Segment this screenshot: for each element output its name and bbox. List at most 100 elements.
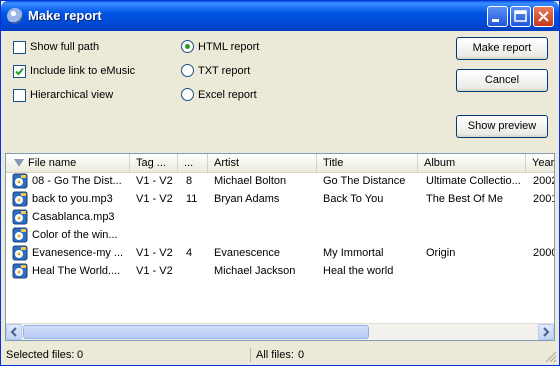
cell-title: Back To You	[323, 193, 384, 205]
cell-tag: V1 - V2	[136, 175, 173, 187]
radio-circle[interactable]	[181, 40, 194, 53]
column-header-tag[interactable]: Tag ...	[130, 154, 178, 172]
show-full-path-checkbox[interactable]: Show full path	[13, 39, 153, 55]
cell-file-name: Color of the win...	[32, 229, 118, 241]
cell-artist: Bryan Adams	[214, 193, 280, 205]
cell-album	[426, 262, 524, 280]
column-label: Album	[424, 157, 456, 169]
selected-files-count: 0	[77, 349, 84, 361]
mp3-file-icon	[12, 263, 28, 279]
cell-title	[323, 208, 417, 226]
column-header-file-name[interactable]: File name	[6, 154, 130, 172]
excel-report-radio[interactable]: Excel report	[181, 87, 301, 103]
cell-tag: V1 - V2	[136, 193, 173, 205]
table-row[interactable]: Evanesence-my ... V1 - V2 4 Evanescence …	[6, 244, 554, 262]
cell-album: Ultimate Collectio...	[426, 175, 521, 187]
cell-year	[533, 262, 554, 280]
cell-file-name: back to you.mp3	[32, 193, 113, 205]
cell-file-name: Evanesence-my ...	[32, 247, 124, 259]
status-divider	[250, 348, 251, 362]
cell-album: The Best Of Me	[426, 193, 504, 205]
cell-track	[186, 226, 206, 244]
html-report-radio[interactable]: HTML report	[181, 39, 301, 55]
mp3-file-icon	[12, 209, 28, 225]
sort-down-arrow-icon	[14, 159, 24, 167]
cell-file-name: Heal The World....	[32, 265, 121, 277]
checkbox-box[interactable]	[13, 41, 26, 54]
file-list[interactable]: File name Tag ... ... Artist Title Album…	[5, 153, 555, 341]
column-label: ...	[184, 157, 194, 169]
column-header-artist[interactable]: Artist	[208, 154, 317, 172]
status-bar: Selected files: 0 All files: 0	[1, 345, 559, 365]
cell-tag	[136, 226, 178, 244]
cell-tag: V1 - V2	[136, 265, 173, 277]
column-header-title[interactable]: Title	[317, 154, 418, 172]
scroll-left-arrow-icon	[10, 327, 17, 337]
scroll-right-button[interactable]	[538, 324, 554, 340]
column-header-album[interactable]: Album	[418, 154, 526, 172]
cancel-button[interactable]: Cancel	[456, 69, 548, 92]
table-row[interactable]: Heal The World.... V1 - V2 Michael Jacks…	[6, 262, 554, 280]
table-row[interactable]: back to you.mp3 V1 - V2 11 Bryan Adams B…	[6, 190, 554, 208]
table-row[interactable]: Casablanca.mp3	[6, 208, 554, 226]
all-files-label: All files:	[256, 349, 294, 361]
column-header-year[interactable]: Year	[526, 154, 555, 172]
radio-selected-dot	[185, 44, 190, 49]
cell-year	[533, 226, 554, 244]
column-label: Tag ...	[136, 157, 166, 169]
make-report-button[interactable]: Make report	[456, 37, 548, 60]
show-preview-button[interactable]: Show preview	[456, 115, 548, 138]
column-header-track[interactable]: ...	[178, 154, 208, 172]
cell-album: Origin	[426, 247, 456, 259]
column-label: Artist	[214, 157, 240, 169]
cell-track: 4	[186, 247, 193, 259]
close-button[interactable]	[533, 6, 554, 27]
cell-file-name: 08 - Go The Dist...	[32, 175, 122, 187]
title-bar[interactable]: Make report	[1, 1, 559, 31]
mp3-file-icon	[12, 173, 28, 189]
cell-year: 2001	[533, 193, 554, 205]
mp3-file-icon	[12, 191, 28, 207]
scroll-left-button[interactable]	[6, 324, 22, 340]
cell-artist: Michael Jackson	[214, 265, 296, 277]
minimize-button[interactable]	[487, 6, 508, 27]
checkbox-box[interactable]	[13, 89, 26, 102]
column-label: Year	[532, 157, 555, 169]
column-label: File name	[28, 157, 77, 169]
cell-year: 2002	[533, 175, 554, 187]
cell-tag: V1 - V2	[136, 247, 173, 259]
cell-track	[186, 208, 206, 226]
table-row[interactable]: Color of the win...	[6, 226, 554, 244]
mp3-file-icon	[12, 227, 28, 243]
cell-track: 11	[186, 193, 198, 205]
excel-report-label: Excel report	[198, 89, 257, 101]
html-report-label: HTML report	[198, 41, 260, 53]
txt-report-radio[interactable]: TXT report	[181, 63, 301, 79]
radio-circle[interactable]	[181, 88, 194, 101]
cell-artist	[214, 226, 314, 244]
cell-tag	[136, 208, 178, 226]
resize-grip-icon[interactable]	[545, 351, 557, 363]
cell-track	[186, 262, 206, 280]
show-full-path-label: Show full path	[30, 41, 100, 53]
cell-year	[533, 208, 554, 226]
checkbox-box[interactable]	[13, 65, 26, 78]
cell-album	[426, 208, 524, 226]
selected-files-label: Selected files:	[6, 349, 75, 361]
hierarchical-view-checkbox[interactable]: Hierarchical view	[13, 87, 153, 103]
cell-artist: Evanescence	[214, 247, 281, 259]
cell-artist: Michael Bolton	[214, 175, 287, 187]
table-row[interactable]: 08 - Go The Dist... V1 - V2 8 Michael Bo…	[6, 172, 554, 190]
scroll-thumb[interactable]	[23, 325, 369, 339]
cell-artist	[214, 208, 314, 226]
include-link-checkbox[interactable]: Include link to eMusic	[13, 63, 163, 79]
cell-year: 2000	[533, 247, 554, 259]
cell-title: Heal the world	[323, 265, 394, 277]
horizontal-scrollbar[interactable]	[6, 323, 554, 340]
hierarchical-view-label: Hierarchical view	[30, 89, 114, 101]
checkmark-icon	[15, 67, 24, 76]
maximize-button[interactable]	[510, 6, 531, 27]
cell-title	[323, 226, 417, 244]
maximize-icon	[514, 10, 527, 22]
radio-circle[interactable]	[181, 64, 194, 77]
